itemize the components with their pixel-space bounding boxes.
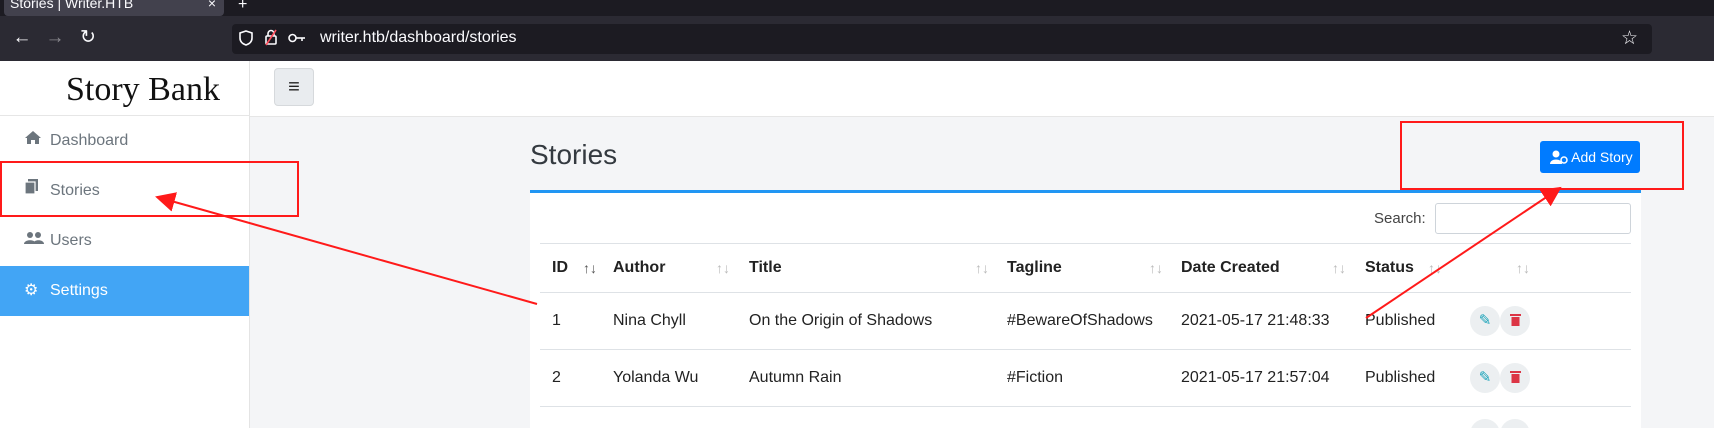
cell-author: Yolanda Wu: [613, 369, 699, 386]
table-row: 1 Nina Chyll On the Origin of Shadows #B…: [540, 293, 1631, 350]
browser-tab[interactable]: Stories | Writer.HTB ×: [4, 0, 224, 16]
search-input[interactable]: [1435, 203, 1631, 234]
cell-title: On the Origin of Shadows: [749, 312, 933, 329]
back-icon[interactable]: ←: [8, 24, 36, 52]
table-row: 2 Yolanda Wu Autumn Rain #Fiction 2021-0…: [540, 350, 1631, 407]
cell-status: Published: [1365, 369, 1436, 386]
sort-icon[interactable]: ↑↓: [1332, 244, 1346, 292]
key-icon[interactable]: [288, 31, 306, 48]
cell-id: 2: [552, 369, 561, 386]
home-icon: [24, 116, 46, 166]
sidebar-item-settings[interactable]: ⚙ Settings: [0, 266, 249, 316]
cell-author: Nina Chyll: [613, 312, 686, 329]
sort-icon[interactable]: ↑↓: [716, 244, 730, 292]
browser-toolbar: ← → ↻ writer.htb/dashboard/stories ☆: [0, 16, 1714, 61]
annotation-box-stories: [0, 161, 299, 217]
cell-date-created: 2021-05-17 21:57:04: [1181, 369, 1330, 386]
users-icon: [24, 216, 46, 266]
gear-icon: ⚙: [24, 282, 39, 299]
cell-date-created: 2021-05-17 21:48:33: [1181, 312, 1330, 329]
edit-pencil-icon[interactable]: [1470, 419, 1500, 428]
column-header-date-created[interactable]: Date Created: [1181, 244, 1280, 292]
edit-pencil-icon[interactable]: ✎: [1470, 306, 1500, 336]
column-header-tagline[interactable]: Tagline: [1007, 244, 1062, 292]
edit-pencil-icon[interactable]: ✎: [1470, 363, 1500, 393]
url-text[interactable]: writer.htb/dashboard/stories: [320, 29, 517, 47]
browser-tab-bar: Stories | Writer.HTB × +: [0, 0, 1714, 16]
new-tab-button[interactable]: +: [238, 0, 247, 14]
top-bar: ≡: [250, 61, 1714, 117]
cell-status: Published: [1365, 312, 1436, 329]
menu-toggle-button[interactable]: ≡: [274, 68, 314, 106]
sort-icon[interactable]: ↑↓: [975, 244, 989, 292]
url-bar[interactable]: writer.htb/dashboard/stories ☆: [232, 24, 1652, 54]
stories-table-card: Search: ID ↑↓ Author ↑↓ Title ↑↓ Tagline…: [530, 190, 1641, 428]
sort-icon[interactable]: ↑↓: [1428, 244, 1442, 292]
sidebar: Story Bank Dashboard Stories Users ⚙ Sett…: [0, 61, 250, 428]
column-header-title[interactable]: Title: [749, 244, 782, 292]
sidebar-item-users[interactable]: Users: [0, 216, 249, 266]
bookmark-star-icon[interactable]: ☆: [1621, 27, 1638, 50]
shield-icon[interactable]: [239, 30, 253, 50]
sidebar-item-label: Users: [50, 232, 92, 249]
reload-icon[interactable]: ↻: [74, 24, 102, 52]
forward-icon[interactable]: →: [41, 24, 69, 52]
cell-title: Autumn Rain: [749, 369, 842, 386]
cell-tagline: #BewareOfShadows: [1007, 312, 1153, 329]
delete-trash-icon[interactable]: [1500, 419, 1530, 428]
sort-icon[interactable]: ↑↓: [1516, 244, 1530, 292]
sort-icon[interactable]: ↑↓: [1149, 244, 1163, 292]
column-header-status[interactable]: Status: [1365, 244, 1414, 292]
close-tab-icon[interactable]: ×: [208, 0, 216, 12]
brand-logo[interactable]: Story Bank: [0, 61, 250, 116]
delete-trash-icon[interactable]: [1500, 306, 1530, 336]
sidebar-item-label: Settings: [50, 282, 108, 299]
sidebar-item-dashboard[interactable]: Dashboard: [0, 116, 249, 166]
column-header-id[interactable]: ID: [552, 244, 568, 292]
delete-trash-icon[interactable]: [1500, 363, 1530, 393]
sort-asc-icon[interactable]: ↑↓: [583, 244, 597, 292]
page-title: Stories: [530, 139, 618, 170]
sidebar-item-label: Dashboard: [50, 132, 129, 149]
cell-tagline: #Fiction: [1007, 369, 1064, 386]
search-label: Search:: [1374, 210, 1426, 227]
table-row: [540, 407, 1631, 428]
annotation-box-add-story: [1400, 121, 1684, 190]
table-header: ID ↑↓ Author ↑↓ Title ↑↓ Tagline ↑↓ Date…: [540, 243, 1631, 293]
tab-title: Stories | Writer.HTB: [10, 0, 134, 11]
lock-icon[interactable]: [264, 29, 278, 50]
column-header-author[interactable]: Author: [613, 244, 665, 292]
cell-id: 1: [552, 312, 561, 329]
